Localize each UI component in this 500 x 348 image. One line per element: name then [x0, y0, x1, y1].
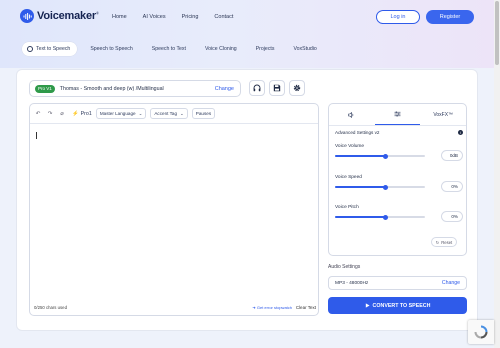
- convert-label: CONVERT TO SPEECH: [372, 302, 431, 309]
- attach-icon[interactable]: ⌀: [58, 110, 66, 118]
- bolt-icon: ⚡: [72, 110, 79, 117]
- tab-voxfx[interactable]: VoxFX™: [420, 104, 466, 125]
- scrollbar-thumb[interactable]: [495, 1, 499, 65]
- tab-speech-to-text[interactable]: Speech to Text: [146, 42, 192, 56]
- voice-pitch-label: Voice Pitch: [335, 205, 359, 210]
- text-to-speech-icon: [27, 46, 33, 52]
- voice-speed-setting: Voice Speed 0%: [335, 175, 463, 192]
- audio-settings-label: Audio Settings: [328, 264, 361, 270]
- redo-icon[interactable]: ↷: [46, 110, 54, 118]
- voice-settings-panel: VoxFX™ Advanced Settings v2 i Voice Volu…: [328, 103, 467, 256]
- voice-volume-label: Voice Volume: [335, 144, 365, 149]
- audio-format-selector[interactable]: MP3 - 48000Hz Change: [328, 276, 467, 290]
- tab-label: Text to Speech: [36, 46, 71, 52]
- slider-knob[interactable]: [383, 214, 388, 220]
- info-icon[interactable]: i: [458, 130, 463, 135]
- headphones-icon: [253, 84, 261, 92]
- convert-to-speech-button[interactable]: CONVERT TO SPEECH: [328, 297, 467, 314]
- slider-fill: [335, 155, 386, 157]
- save-icon: [273, 84, 281, 92]
- tool-tabs: Text to Speech Speech to Speech Speech t…: [22, 42, 330, 56]
- gear-icon: [293, 84, 301, 92]
- tab-projects[interactable]: Projects: [250, 42, 281, 56]
- pauses-button[interactable]: Pauses: [191, 108, 216, 119]
- editor-toolbar: ↶ ↷ ⌀ ⚡ Pro1 Master Language ⌄ Accent Ta…: [30, 104, 318, 124]
- slider-knob[interactable]: [383, 153, 388, 159]
- voice-pitch-slider[interactable]: [335, 214, 425, 220]
- tab-speaker[interactable]: [329, 104, 375, 125]
- voice-speed-label: Voice Speed: [335, 175, 362, 180]
- tab-voice-cloning[interactable]: Voice Cloning: [199, 42, 243, 56]
- voice-selector[interactable]: Pro V1 Thomas - Smooth and deep (w) /Mul…: [29, 80, 241, 97]
- voice-speed-slider[interactable]: [335, 184, 425, 190]
- pro-mode-label: Pro1: [80, 110, 92, 117]
- main-nav: Home AI Voices Pricing Contact: [112, 14, 249, 20]
- recaptcha-icon: [474, 325, 488, 339]
- voice-pitch-value[interactable]: 0%: [441, 211, 463, 222]
- voice-volume-setting: Voice Volume 0dB: [335, 144, 463, 161]
- nav-home[interactable]: Home: [112, 14, 127, 20]
- nav-contact[interactable]: Contact: [214, 14, 233, 20]
- reset-icon: ↻: [435, 239, 440, 245]
- soundwave-logo-icon: [20, 9, 34, 23]
- slider-fill: [335, 186, 386, 188]
- chevron-down-icon: ⌄: [180, 110, 184, 116]
- language-dropdown-label: Master Language: [99, 111, 136, 116]
- accent-dropdown[interactable]: Accent Tag ⌄: [150, 108, 188, 119]
- page-scrollbar[interactable]: [494, 0, 500, 348]
- error-stopwatch-link[interactable]: ➜ Get error stopwatch: [252, 305, 292, 310]
- reset-label: Reset: [441, 239, 453, 245]
- text-cursor: [36, 132, 37, 139]
- audio-format-value: MP3 - 48000Hz: [335, 280, 369, 286]
- clear-text-button[interactable]: Clear Text: [296, 305, 316, 310]
- slider-fill: [335, 216, 386, 218]
- undo-icon[interactable]: ↶: [34, 110, 42, 118]
- tab-voxstudio[interactable]: VoxStudio: [287, 42, 322, 56]
- brand-name: Voicemaker®: [37, 10, 99, 22]
- slider-knob[interactable]: [383, 184, 388, 190]
- editor-footer: 0/250 chars used ➜ Get error stopwatch C…: [34, 303, 316, 311]
- settings-button[interactable]: [289, 80, 305, 96]
- login-button[interactable]: Log in: [376, 10, 420, 24]
- nav-pricing[interactable]: Pricing: [182, 14, 199, 20]
- register-button[interactable]: Register: [426, 10, 474, 24]
- language-dropdown[interactable]: Master Language ⌄: [95, 108, 147, 119]
- panel-tabs: VoxFX™: [329, 104, 466, 126]
- recaptcha-badge[interactable]: [468, 320, 494, 344]
- voice-pitch-setting: Voice Pitch 0%: [335, 205, 463, 222]
- voice-volume-value[interactable]: 0dB: [441, 150, 463, 161]
- top-navbar: Voicemaker® Home AI Voices Pricing Conta…: [0, 0, 500, 34]
- pro-mode-toggle[interactable]: ⚡ Pro1: [72, 111, 92, 117]
- speaker-icon: [348, 111, 354, 118]
- preview-voice-button[interactable]: [249, 80, 265, 96]
- voice-name: Thomas - Smooth and deep (w) /Multilingu…: [59, 85, 164, 92]
- voice-speed-value[interactable]: 0%: [441, 181, 463, 192]
- change-voice-link[interactable]: Change: [215, 86, 234, 92]
- pauses-label: Pauses: [195, 111, 212, 116]
- char-count: 0/250 chars used: [34, 304, 67, 310]
- voice-volume-slider[interactable]: [335, 153, 425, 159]
- advanced-settings-header: Advanced Settings v2 i: [335, 130, 463, 135]
- change-audio-link[interactable]: Change: [442, 280, 460, 286]
- nav-ai-voices[interactable]: AI Voices: [143, 14, 166, 20]
- chevron-down-icon: ⌄: [138, 110, 143, 116]
- tab-speech-to-speech[interactable]: Speech to Speech: [84, 42, 138, 56]
- tab-sliders[interactable]: [374, 104, 421, 125]
- accent-dropdown-label: Accent Tag: [154, 111, 178, 116]
- tab-text-to-speech[interactable]: Text to Speech: [22, 42, 78, 56]
- sliders-icon: [394, 111, 401, 117]
- text-editor[interactable]: ↶ ↷ ⌀ ⚡ Pro1 Master Language ⌄ Accent Ta…: [29, 103, 319, 316]
- save-button[interactable]: [269, 80, 285, 96]
- advanced-settings-label: Advanced Settings v2: [335, 130, 380, 135]
- reset-button[interactable]: ↻ Reset: [431, 237, 457, 247]
- play-icon: [365, 303, 370, 308]
- pro-badge: Pro V1: [35, 84, 55, 93]
- error-link-label: Get error stopwatch: [256, 304, 292, 310]
- logo[interactable]: Voicemaker®: [20, 9, 99, 23]
